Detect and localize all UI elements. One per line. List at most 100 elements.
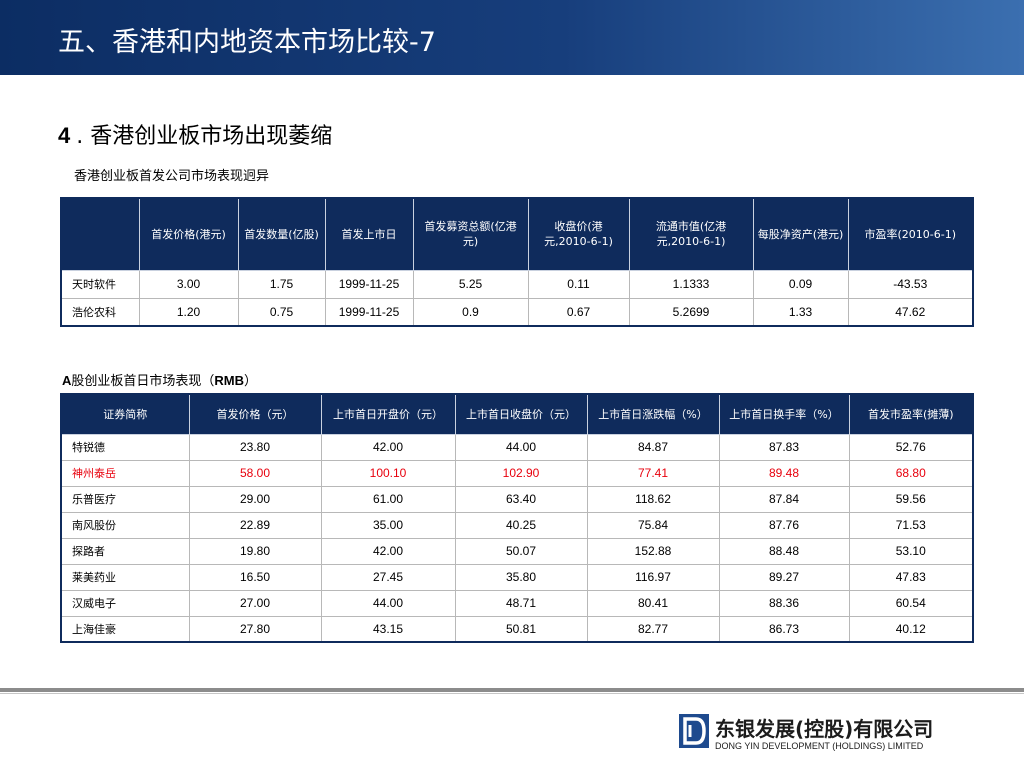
table-cell: 152.88 (586, 537, 720, 565)
table-cell: 48.71 (454, 589, 588, 617)
table-row: 莱美药业 16.50 27.45 35.80 116.97 89.27 47.83 (60, 563, 974, 591)
security-name: 上海佳豪 (60, 615, 190, 643)
table-cell: 5.25 (412, 269, 529, 299)
table-cell: 16.50 (188, 563, 322, 591)
column-header: 收盘价(港元,2010-6-1) (527, 197, 630, 271)
table-row: 探路者 19.80 42.00 50.07 152.88 88.48 53.10 (60, 537, 974, 565)
table-cell: 59.56 (848, 485, 974, 513)
column-header: 流通市值(亿港元,2010-6-1) (628, 197, 754, 271)
footer-divider (0, 688, 1024, 692)
table-cell: 0.67 (527, 297, 630, 327)
column-header: 上市首日收盘价（元） (454, 393, 588, 435)
table-cell: 0.75 (237, 297, 326, 327)
table-cell: 44.00 (454, 433, 588, 461)
table-row: 上海佳豪 27.80 43.15 50.81 82.77 86.73 40.12 (60, 615, 974, 643)
section-title: 香港创业板市场出现萎缩 (90, 124, 333, 149)
table-cell: 0.11 (527, 269, 630, 299)
table-cell: 89.48 (718, 459, 850, 487)
table1-caption: 香港创业板首发公司市场表现迥异 (74, 169, 270, 184)
column-header: 每股净资产(港元) (752, 197, 849, 271)
table-cell: 87.83 (718, 433, 850, 461)
table-cell: 40.25 (454, 511, 588, 539)
table-cell: 75.84 (586, 511, 720, 539)
table-cell: 87.76 (718, 511, 850, 539)
table-cell: -43.53 (847, 269, 974, 299)
table-cell: 53.10 (848, 537, 974, 565)
table-cell: 68.80 (848, 459, 974, 487)
security-name: 汉威电子 (60, 589, 190, 617)
table-cell: 116.97 (586, 563, 720, 591)
slide-header: 五、香港和内地资本市场比较-7 (0, 0, 1024, 75)
table-cell: 40.12 (848, 615, 974, 643)
table-cell: 118.62 (586, 485, 720, 513)
security-name: 神州泰岳 (60, 459, 190, 487)
table-row: 南风股份 22.89 35.00 40.25 75.84 87.76 71.53 (60, 511, 974, 539)
dongyin-logo-icon (679, 714, 709, 748)
hk-gem-table: 首发价格(港元) 首发数量(亿股) 首发上市日 首发募资总额(亿港元) 收盘价(… (60, 197, 974, 327)
caption-currency: RMB (214, 373, 245, 388)
table-row: 乐普医疗 29.00 61.00 63.40 118.62 87.84 59.56 (60, 485, 974, 513)
table-cell: 58.00 (188, 459, 322, 487)
table-cell: 27.00 (188, 589, 322, 617)
table-cell: 1.1333 (628, 269, 754, 299)
caption-prefix: A (62, 373, 72, 388)
section-number: 4 (58, 123, 71, 148)
table-cell: 19.80 (188, 537, 322, 565)
table-cell: 0.9 (412, 297, 529, 327)
security-name: 探路者 (60, 537, 190, 565)
caption-middle: 股创业板首日市场表现（ (71, 374, 215, 389)
table-cell: 47.62 (847, 297, 974, 327)
column-header: 上市首日开盘价（元） (320, 393, 456, 435)
table-cell: 52.76 (848, 433, 974, 461)
table-cell: 88.48 (718, 537, 850, 565)
section-number-dot: . (76, 124, 84, 149)
table-cell: 61.00 (320, 485, 456, 513)
table-cell: 60.54 (848, 589, 974, 617)
table-cell: 23.80 (188, 433, 322, 461)
footer-divider-thin (0, 693, 1024, 694)
column-header: 首发价格(港元) (138, 197, 239, 271)
table-cell: 1999-11-25 (324, 297, 414, 327)
table-row: 特锐德 23.80 42.00 44.00 84.87 87.83 52.76 (60, 433, 974, 461)
security-name: 南风股份 (60, 511, 190, 539)
table-cell: 35.00 (320, 511, 456, 539)
table-cell: 27.45 (320, 563, 456, 591)
table-cell: 86.73 (718, 615, 850, 643)
table-cell: 27.80 (188, 615, 322, 643)
table-cell: 100.10 (320, 459, 456, 487)
table-cell: 77.41 (586, 459, 720, 487)
table-cell: 29.00 (188, 485, 322, 513)
table-row: 神州泰岳 58.00 100.10 102.90 77.41 89.48 68.80 (60, 459, 974, 487)
column-header: 首发价格（元） (188, 393, 322, 435)
table-header-row: 首发价格(港元) 首发数量(亿股) 首发上市日 首发募资总额(亿港元) 收盘价(… (60, 197, 974, 271)
table-cell: 1999-11-25 (324, 269, 414, 299)
table-row: 浩伦农科 1.20 0.75 1999-11-25 0.9 0.67 5.269… (60, 297, 974, 327)
table-cell: 50.07 (454, 537, 588, 565)
company-name-cn: 东银发展(控股)有限公司 (715, 717, 934, 741)
slide-title: 五、香港和内地资本市场比较-7 (58, 27, 436, 58)
table-cell: 3.00 (138, 269, 239, 299)
table-cell: 88.36 (718, 589, 850, 617)
security-name: 特锐德 (60, 433, 190, 461)
table-cell: 71.53 (848, 511, 974, 539)
table-cell: 84.87 (586, 433, 720, 461)
table-cell: 82.77 (586, 615, 720, 643)
table-row: 汉威电子 27.00 44.00 48.71 80.41 88.36 60.54 (60, 589, 974, 617)
column-header: 市盈率(2010-6-1) (847, 197, 974, 271)
company-name: 天时软件 (60, 269, 140, 299)
table-cell: 63.40 (454, 485, 588, 513)
table-cell: 50.81 (454, 615, 588, 643)
a-share-gem-table: 证券简称 首发价格（元） 上市首日开盘价（元） 上市首日收盘价（元） 上市首日涨… (60, 393, 974, 643)
table-header-row: 证券简称 首发价格（元） 上市首日开盘价（元） 上市首日收盘价（元） 上市首日涨… (60, 393, 974, 435)
table-cell: 35.80 (454, 563, 588, 591)
caption-suffix: ） (244, 374, 258, 389)
column-header (60, 197, 140, 271)
column-header: 首发上市日 (324, 197, 414, 271)
table-cell: 44.00 (320, 589, 456, 617)
table-cell: 42.00 (320, 537, 456, 565)
table-cell: 5.2699 (628, 297, 754, 327)
table-cell: 80.41 (586, 589, 720, 617)
table-cell: 43.15 (320, 615, 456, 643)
table-cell: 47.83 (848, 563, 974, 591)
security-name: 乐普医疗 (60, 485, 190, 513)
